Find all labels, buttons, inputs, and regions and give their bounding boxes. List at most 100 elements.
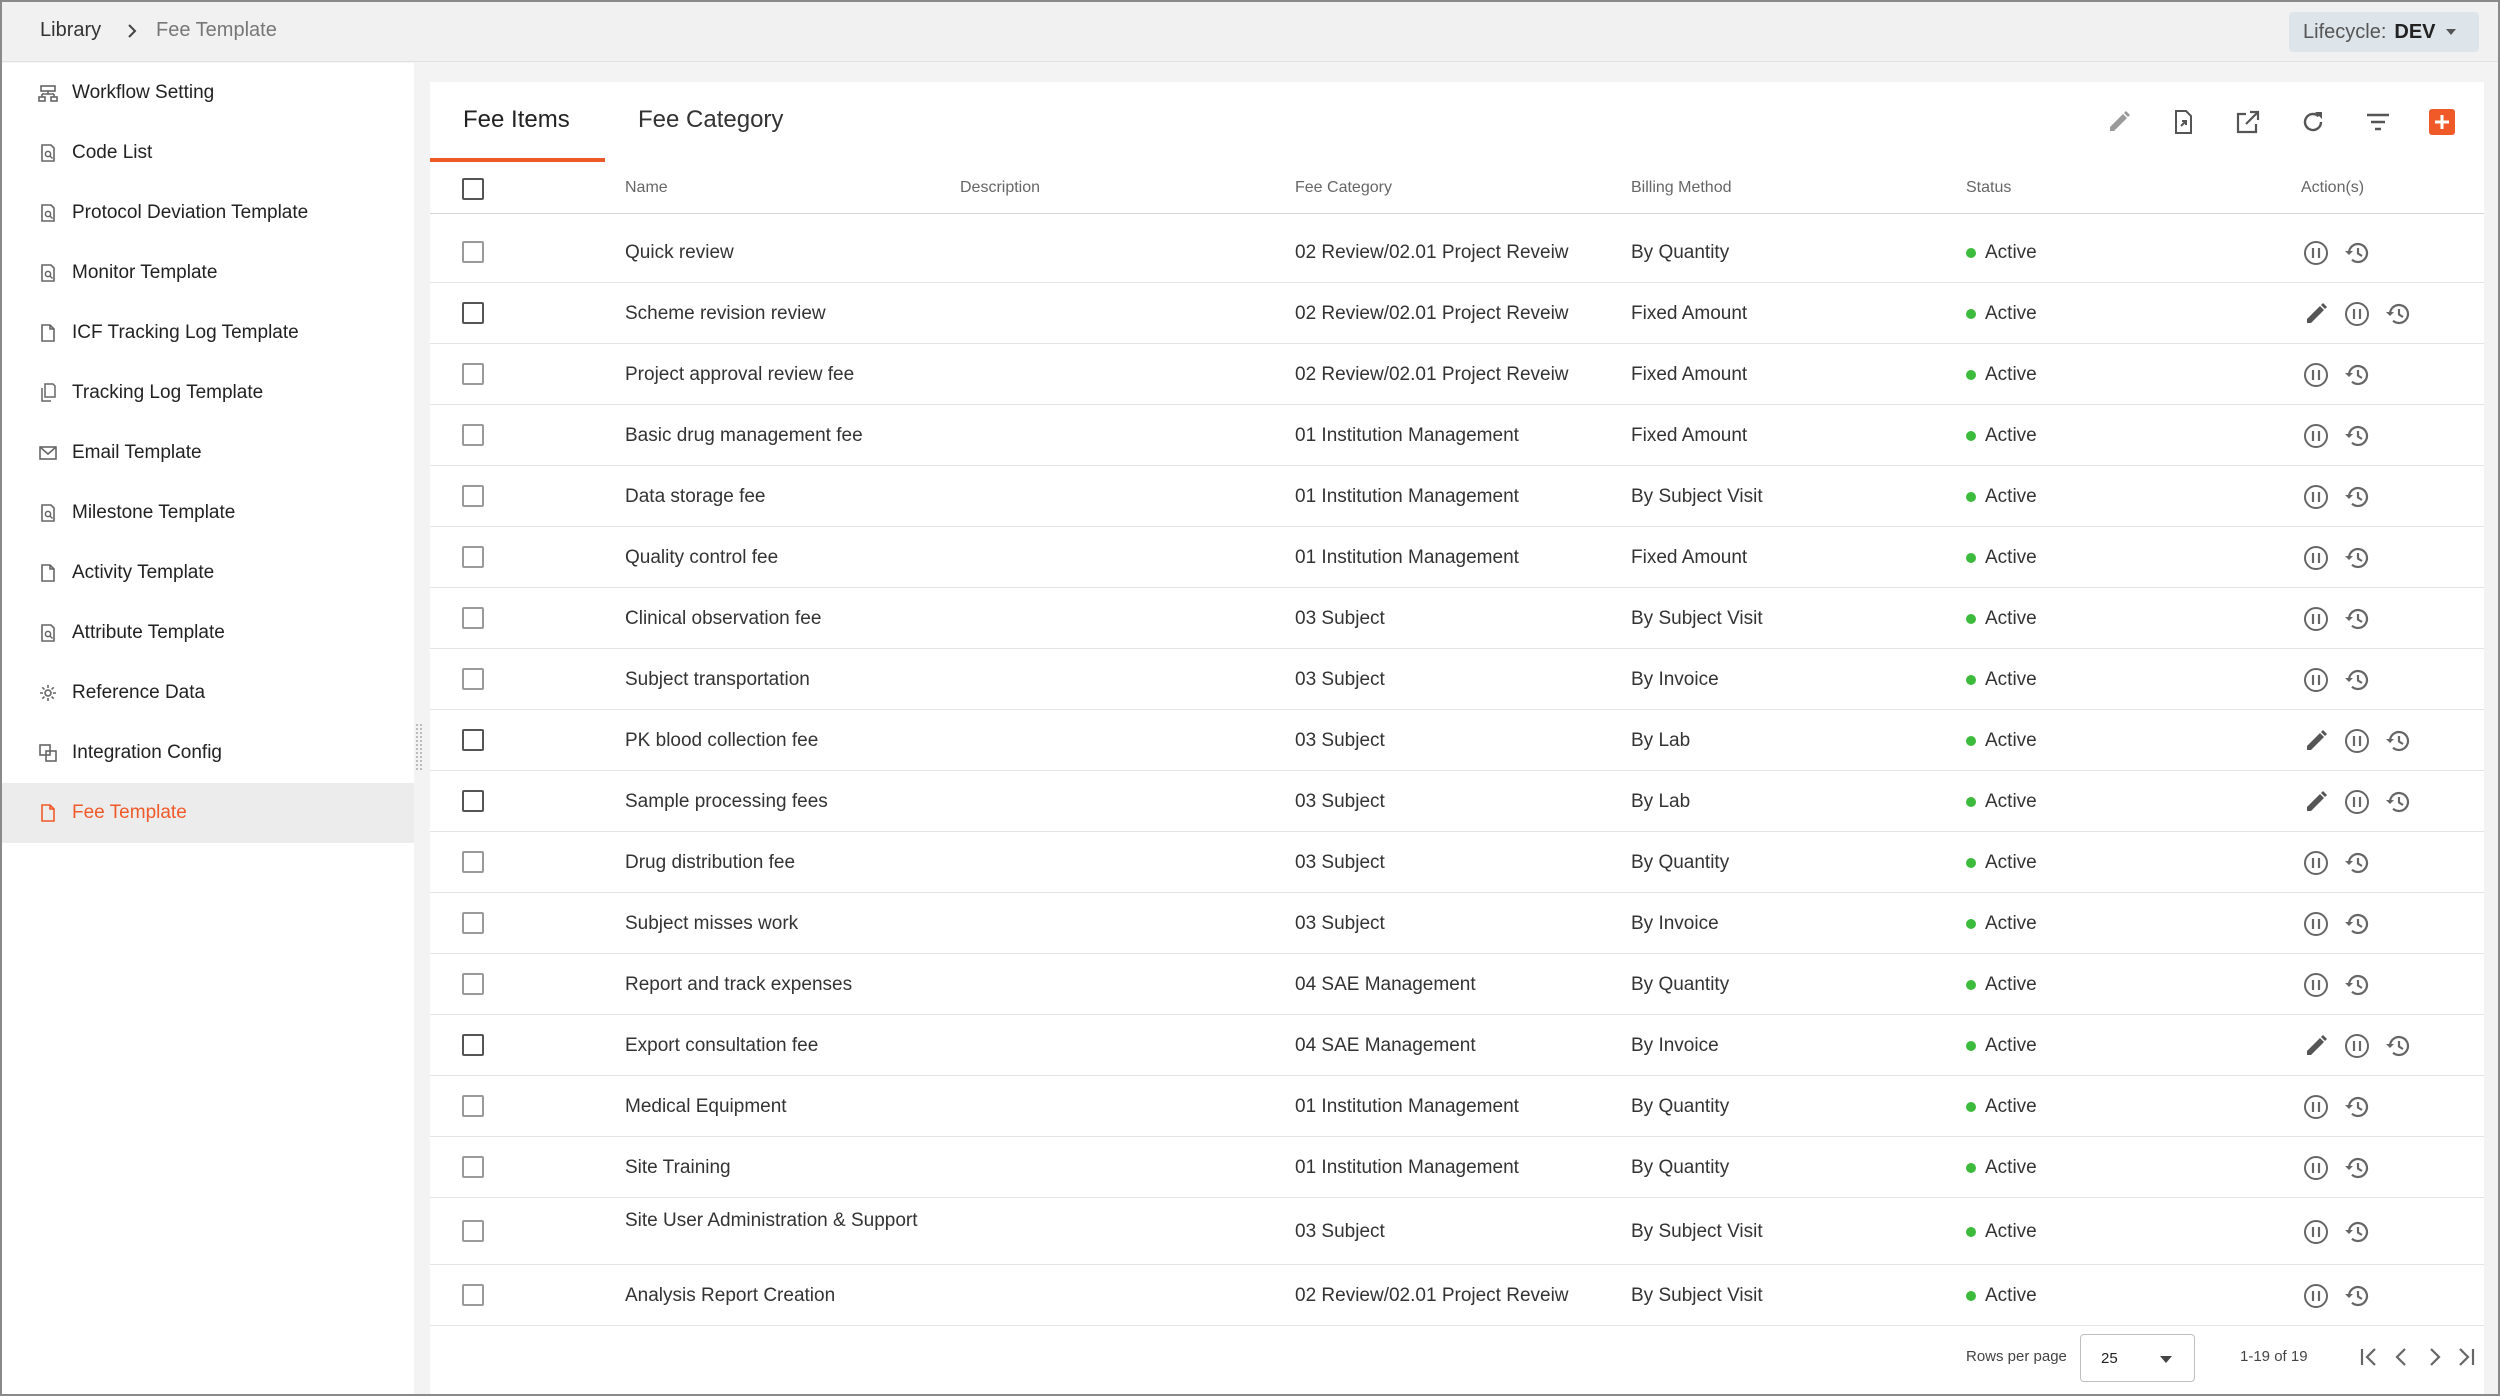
pause-icon[interactable]	[2301, 1092, 2331, 1122]
row-checkbox[interactable]	[462, 485, 484, 507]
history-icon[interactable]	[2342, 1092, 2372, 1122]
edit-icon[interactable]	[2104, 107, 2134, 137]
sidebar-item-email-template[interactable]: Email Template	[2, 423, 414, 483]
sidebar-item-monitor-template[interactable]: Monitor Template	[2, 243, 414, 303]
row-checkbox[interactable]	[462, 424, 484, 446]
history-icon[interactable]	[2383, 787, 2413, 817]
pause-icon[interactable]	[2301, 1281, 2331, 1311]
pause-icon[interactable]	[2301, 909, 2331, 939]
row-checkbox[interactable]	[462, 790, 484, 812]
column-header-billing-method[interactable]: Billing Method	[1631, 179, 1732, 197]
table-row[interactable]: Subject misses work 03 Subject By Invoice A…	[430, 893, 2484, 954]
tab-fee-category[interactable]: Fee Category	[638, 106, 783, 134]
pause-icon[interactable]	[2301, 970, 2331, 1000]
table-row[interactable]: Medical Equipment 01 Institution Manageme…	[430, 1076, 2484, 1137]
row-checkbox[interactable]	[462, 1095, 484, 1117]
table-row[interactable]: Clinical observation fee 03 Subject By Sub…	[430, 588, 2484, 649]
open-external-icon[interactable]	[2233, 107, 2263, 137]
pause-icon[interactable]	[2301, 848, 2331, 878]
breadcrumb-library[interactable]: Library	[40, 19, 101, 42]
table-row[interactable]: Scheme revision review 02 Review/02.01 Pr…	[430, 283, 2484, 344]
history-icon[interactable]	[2342, 238, 2372, 268]
table-row[interactable]: Quick review 02 Review/02.01 Project Reve…	[430, 222, 2484, 283]
table-row[interactable]: Export consultation fee 04 SAE Management…	[430, 1015, 2484, 1076]
sidebar-item-activity-template[interactable]: Activity Template	[2, 543, 414, 603]
sidebar-item-icf-tracking-log-template[interactable]: ICF Tracking Log Template	[2, 303, 414, 363]
row-checkbox[interactable]	[462, 1034, 484, 1056]
edit-icon[interactable]	[2301, 726, 2331, 756]
next-page-icon[interactable]	[2421, 1344, 2447, 1370]
add-icon[interactable]	[2427, 107, 2457, 137]
export-file-icon[interactable]	[2168, 107, 2198, 137]
history-icon[interactable]	[2342, 482, 2372, 512]
sidebar-item-reference-data[interactable]: Reference Data	[2, 663, 414, 723]
pause-icon[interactable]	[2301, 604, 2331, 634]
history-icon[interactable]	[2342, 848, 2372, 878]
last-page-icon[interactable]	[2453, 1344, 2479, 1370]
table-row[interactable]: PK blood collection fee 03 Subject By Lab A…	[430, 710, 2484, 771]
pause-icon[interactable]	[2301, 421, 2331, 451]
history-icon[interactable]	[2383, 1031, 2413, 1061]
pause-icon[interactable]	[2301, 665, 2331, 695]
pause-icon[interactable]	[2342, 787, 2372, 817]
column-header-status[interactable]: Status	[1966, 179, 2011, 197]
column-header-fee-category[interactable]: Fee Category	[1295, 179, 1392, 197]
filter-icon[interactable]	[2363, 107, 2393, 137]
table-row[interactable]: Subject transportation 03 Subject By Invoi…	[430, 649, 2484, 710]
table-row[interactable]: Site Training 01 Institution Management By…	[430, 1137, 2484, 1198]
sidebar-item-protocol-deviation-template[interactable]: Protocol Deviation Template	[2, 183, 414, 243]
pause-icon[interactable]	[2342, 1031, 2372, 1061]
row-checkbox[interactable]	[462, 607, 484, 629]
previous-page-icon[interactable]	[2389, 1344, 2415, 1370]
history-icon[interactable]	[2342, 1217, 2372, 1247]
history-icon[interactable]	[2342, 543, 2372, 573]
table-row[interactable]: Data storage fee 01 Institution Managemen…	[430, 466, 2484, 527]
row-checkbox[interactable]	[462, 302, 484, 324]
resize-handle[interactable]	[416, 724, 422, 770]
sidebar-item-code-list[interactable]: Code List	[2, 123, 414, 183]
edit-icon[interactable]	[2301, 299, 2331, 329]
table-row[interactable]: Site User Administration & Support 03 Sub…	[430, 1198, 2484, 1265]
row-checkbox[interactable]	[462, 1220, 484, 1242]
sidebar-item-integration-config[interactable]: Integration Config	[2, 723, 414, 783]
sidebar-item-tracking-log-template[interactable]: Tracking Log Template	[2, 363, 414, 423]
pause-icon[interactable]	[2342, 726, 2372, 756]
history-icon[interactable]	[2342, 1281, 2372, 1311]
row-checkbox[interactable]	[462, 851, 484, 873]
tab-fee-items[interactable]: Fee Items	[463, 106, 570, 134]
history-icon[interactable]	[2342, 360, 2372, 390]
select-all-checkbox[interactable]	[462, 178, 484, 200]
table-row[interactable]: Drug distribution fee 03 Subject By Quanti…	[430, 832, 2484, 893]
first-page-icon[interactable]	[2356, 1344, 2382, 1370]
sidebar-item-fee-template[interactable]: Fee Template	[2, 783, 414, 843]
rows-per-page-select[interactable]: 25	[2080, 1334, 2195, 1382]
history-icon[interactable]	[2342, 665, 2372, 695]
column-header-description[interactable]: Description	[960, 179, 1040, 197]
table-row[interactable]: Quality control fee 01 Institution Manage…	[430, 527, 2484, 588]
sidebar-item-workflow-setting[interactable]: Workflow Setting	[2, 63, 414, 123]
sidebar-item-attribute-template[interactable]: Attribute Template	[2, 603, 414, 663]
table-row[interactable]: Report and track expenses 04 SAE Manageme…	[430, 954, 2484, 1015]
row-checkbox[interactable]	[462, 1156, 484, 1178]
refresh-icon[interactable]	[2298, 107, 2328, 137]
history-icon[interactable]	[2342, 970, 2372, 1000]
pause-icon[interactable]	[2301, 482, 2331, 512]
history-icon[interactable]	[2342, 1153, 2372, 1183]
row-checkbox[interactable]	[462, 668, 484, 690]
pause-icon[interactable]	[2301, 1217, 2331, 1247]
pause-icon[interactable]	[2301, 543, 2331, 573]
column-header-name[interactable]: Name	[625, 179, 668, 197]
row-checkbox[interactable]	[462, 1284, 484, 1306]
history-icon[interactable]	[2342, 909, 2372, 939]
row-checkbox[interactable]	[462, 973, 484, 995]
pause-icon[interactable]	[2301, 238, 2331, 268]
history-icon[interactable]	[2342, 421, 2372, 451]
row-checkbox[interactable]	[462, 241, 484, 263]
table-row[interactable]: Basic drug management fee 01 Institution …	[430, 405, 2484, 466]
pause-icon[interactable]	[2342, 299, 2372, 329]
table-row[interactable]: Sample processing fees 03 Subject By Lab Ac…	[430, 771, 2484, 832]
edit-icon[interactable]	[2301, 1031, 2331, 1061]
history-icon[interactable]	[2383, 299, 2413, 329]
edit-icon[interactable]	[2301, 787, 2331, 817]
pause-icon[interactable]	[2301, 1153, 2331, 1183]
